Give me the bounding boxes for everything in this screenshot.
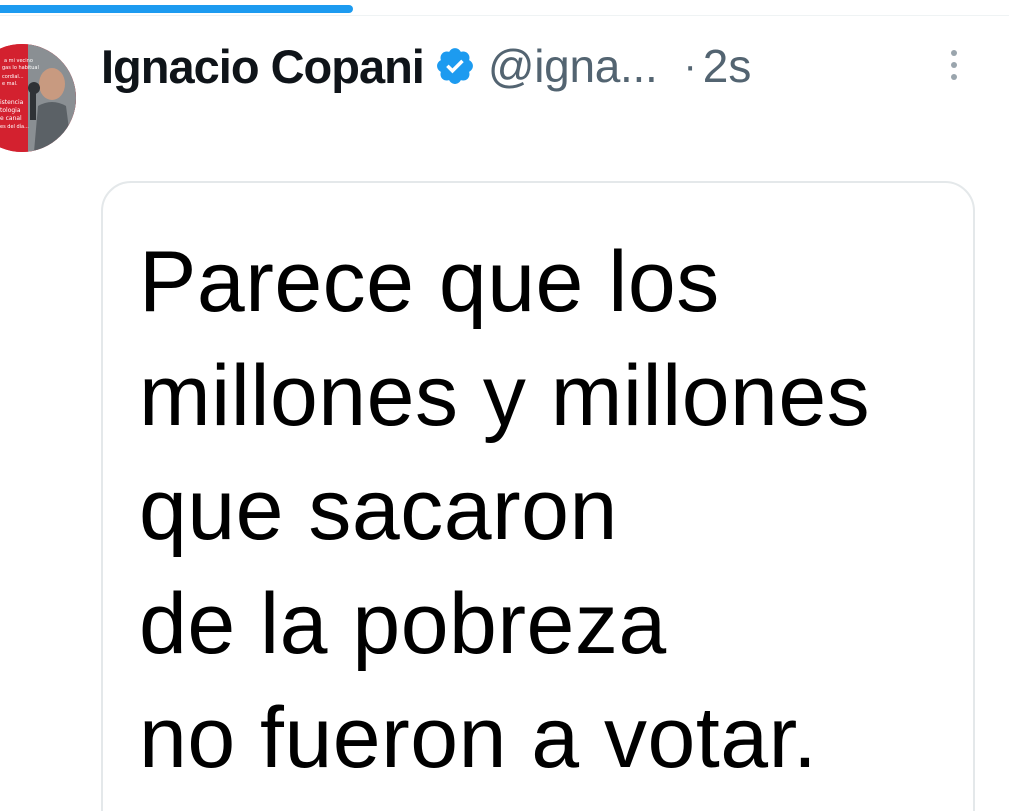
avatar-text-line: tologia [0,107,21,114]
avatar-text-line: es del día... [0,123,29,130]
avatar-text-line: gas lo habitual [2,65,39,71]
verified-badge-icon[interactable] [434,45,476,87]
avatar-text-line: a mi vecino [4,58,33,64]
author-display-name[interactable]: Ignacio Copani [101,39,425,94]
separator-dot: · [683,43,697,88]
tweet-media-image[interactable]: Parece que los millones y millones que s… [101,181,975,811]
media-text-line: de la pobreza [139,576,667,672]
media-text-line: Parece que los [139,234,720,330]
avatar-text-line: e canal [0,115,22,122]
author-handle[interactable]: @igna... [488,39,658,93]
media-text-line: que sacaron [139,462,618,558]
profile-photo-icon: a mi vecino gas lo habitual cordial... e… [0,44,76,152]
tweet-screen: a mi vecino gas lo habitual cordial... e… [0,0,1009,811]
timestamp[interactable]: 2s [703,39,752,93]
media-text-block: Parece que los millones y millones que s… [139,225,870,795]
tweet-header: Ignacio Copani @igna... · 2s [101,36,751,96]
avatar[interactable]: a mi vecino gas lo habitual cordial... e… [0,44,76,152]
more-dot [951,74,957,80]
loading-progress-bar [0,0,1009,16]
avatar-text-line: cordial... [2,74,24,80]
more-dot [951,50,957,56]
more-dot [951,62,957,68]
avatar-text-line: e mal. [2,81,18,87]
media-text-line: millones y millones [139,348,871,444]
more-options-icon[interactable] [946,50,962,86]
avatar-text-line: istencia [0,99,24,106]
progress-fill [0,5,354,13]
media-text-line: no fueron a votar. [139,690,818,786]
